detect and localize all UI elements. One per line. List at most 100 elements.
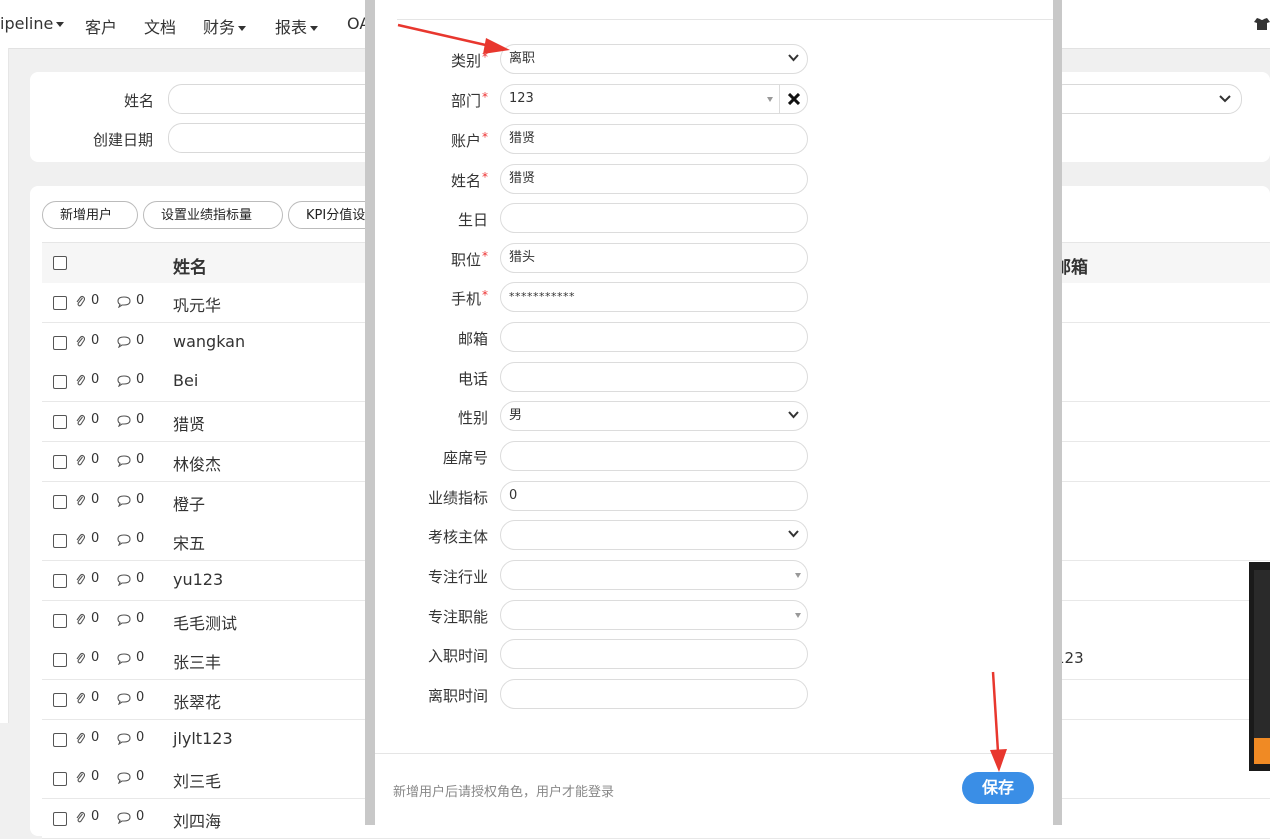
comment-icon[interactable] bbox=[117, 733, 131, 745]
email-input[interactable] bbox=[500, 322, 808, 352]
row-checkbox[interactable] bbox=[53, 415, 67, 430]
industry-select[interactable] bbox=[500, 560, 808, 590]
department-clear-button[interactable] bbox=[779, 84, 808, 114]
row-name: wangkan bbox=[173, 331, 246, 351]
target-input[interactable]: 0 bbox=[500, 481, 808, 511]
paperclip-icon[interactable] bbox=[76, 771, 85, 784]
chevron-down-icon bbox=[1219, 95, 1231, 103]
filter-date-input[interactable] bbox=[168, 123, 380, 153]
comment-icon[interactable] bbox=[117, 375, 131, 388]
comment-icon[interactable] bbox=[117, 653, 131, 666]
category-select[interactable]: 离职 bbox=[500, 44, 808, 74]
row-name: 毛毛测试 bbox=[173, 613, 238, 633]
nav-item-customers[interactable]: 客户 bbox=[85, 14, 117, 38]
row-checkbox[interactable] bbox=[53, 772, 67, 787]
paperclip-icon[interactable] bbox=[76, 414, 85, 427]
row-checkbox[interactable] bbox=[53, 573, 67, 588]
comment-icon[interactable] bbox=[117, 534, 131, 547]
email-label: 邮箱 bbox=[457, 330, 488, 348]
comment-icon[interactable] bbox=[117, 296, 131, 308]
nav-label: 财务 bbox=[203, 18, 236, 37]
attachment-count: 0 bbox=[91, 372, 100, 388]
nav-label: 客户 bbox=[85, 18, 118, 37]
widget-orange-icon[interactable] bbox=[1254, 738, 1270, 764]
row-name: 张三丰 bbox=[173, 653, 222, 673]
save-button[interactable]: 保存 bbox=[962, 772, 1034, 804]
comment-icon[interactable] bbox=[117, 812, 131, 825]
gender-select[interactable]: 男 bbox=[500, 401, 808, 431]
nav-item-finance[interactable]: 财务 bbox=[203, 14, 247, 38]
paperclip-icon[interactable] bbox=[76, 374, 85, 387]
comment-icon[interactable] bbox=[117, 693, 131, 705]
comment-icon[interactable] bbox=[117, 455, 131, 467]
comment-icon[interactable] bbox=[117, 415, 131, 428]
paperclip-icon[interactable] bbox=[76, 494, 85, 507]
department-label: 部门* bbox=[450, 90, 488, 110]
filter-name-input[interactable] bbox=[168, 84, 380, 114]
industry-label: 专注行业 bbox=[427, 568, 488, 586]
paperclip-icon[interactable] bbox=[76, 533, 85, 546]
row-checkbox[interactable] bbox=[53, 335, 67, 350]
mobile-input[interactable]: *********** bbox=[500, 282, 808, 312]
add-user-button[interactable]: 新增用户 bbox=[42, 201, 138, 229]
row-name: Bei bbox=[173, 371, 199, 391]
position-input[interactable]: 猎头 bbox=[500, 243, 808, 273]
seat-input[interactable] bbox=[500, 441, 808, 471]
leave-date-label: 离职时间 bbox=[427, 687, 488, 705]
function-label: 专注职能 bbox=[427, 608, 488, 626]
attachment-count: 0 bbox=[91, 491, 100, 507]
row-checkbox[interactable] bbox=[53, 454, 67, 469]
paperclip-icon[interactable] bbox=[76, 573, 85, 586]
row-checkbox[interactable] bbox=[53, 653, 67, 668]
nav-item-reports[interactable]: 报表 bbox=[275, 14, 319, 38]
row-checkbox[interactable] bbox=[53, 693, 67, 707]
comment-count: 0 bbox=[136, 769, 145, 785]
attachment-count: 0 bbox=[91, 729, 100, 745]
telephone-input[interactable] bbox=[500, 362, 808, 392]
shirt-icon[interactable] bbox=[1254, 18, 1270, 30]
paperclip-icon[interactable] bbox=[76, 811, 85, 824]
seat-label: 座席号 bbox=[442, 449, 488, 467]
footer-note: 新增用户后请授权角色，用户才能登录 bbox=[393, 785, 615, 800]
nav-item-pipeline[interactable]: ipeline bbox=[0, 14, 65, 33]
target-label: 业绩指标 bbox=[427, 489, 488, 507]
row-checkbox[interactable] bbox=[53, 296, 67, 310]
paperclip-icon[interactable] bbox=[76, 613, 85, 626]
nav-item-documents[interactable]: 文档 bbox=[144, 14, 176, 38]
paperclip-icon[interactable] bbox=[76, 295, 85, 308]
comment-icon[interactable] bbox=[117, 574, 131, 586]
row-name: jlylt123 bbox=[173, 728, 233, 748]
department-select[interactable]: 123 bbox=[500, 84, 780, 114]
row-checkbox[interactable] bbox=[53, 613, 67, 628]
row-checkbox[interactable] bbox=[53, 375, 67, 390]
comment-icon[interactable] bbox=[117, 336, 131, 348]
leave-date-input[interactable] bbox=[500, 679, 808, 709]
function-select[interactable] bbox=[500, 600, 808, 630]
attachment-count: 0 bbox=[91, 332, 100, 348]
set-target-button[interactable]: 设置业绩指标量 bbox=[143, 201, 283, 229]
gender-label: 性别 bbox=[457, 409, 488, 427]
attachment-count: 0 bbox=[91, 769, 100, 785]
paperclip-icon[interactable] bbox=[76, 652, 85, 665]
row-name: 刘四海 bbox=[173, 812, 222, 832]
comment-icon[interactable] bbox=[117, 772, 131, 785]
name-input[interactable]: 猎贤 bbox=[500, 164, 808, 194]
paperclip-icon[interactable] bbox=[76, 335, 85, 348]
comment-icon[interactable] bbox=[117, 614, 131, 626]
birthday-input[interactable] bbox=[500, 203, 808, 233]
row-checkbox[interactable] bbox=[53, 534, 67, 549]
select-all-checkbox[interactable] bbox=[53, 256, 67, 270]
comment-icon[interactable] bbox=[117, 494, 131, 507]
join-date-input[interactable] bbox=[500, 639, 808, 669]
paperclip-icon[interactable] bbox=[76, 454, 85, 467]
row-checkbox[interactable] bbox=[53, 732, 67, 747]
row-checkbox[interactable] bbox=[53, 494, 67, 509]
account-input[interactable]: 猎贤 bbox=[500, 124, 808, 154]
paperclip-icon[interactable] bbox=[76, 732, 85, 745]
nav-label: 文档 bbox=[144, 18, 177, 37]
filter-select[interactable] bbox=[1050, 84, 1242, 114]
paperclip-icon[interactable] bbox=[76, 692, 85, 705]
row-checkbox[interactable] bbox=[53, 812, 67, 827]
side-floating-widget[interactable] bbox=[1249, 562, 1270, 771]
assessment-select[interactable] bbox=[500, 520, 808, 550]
